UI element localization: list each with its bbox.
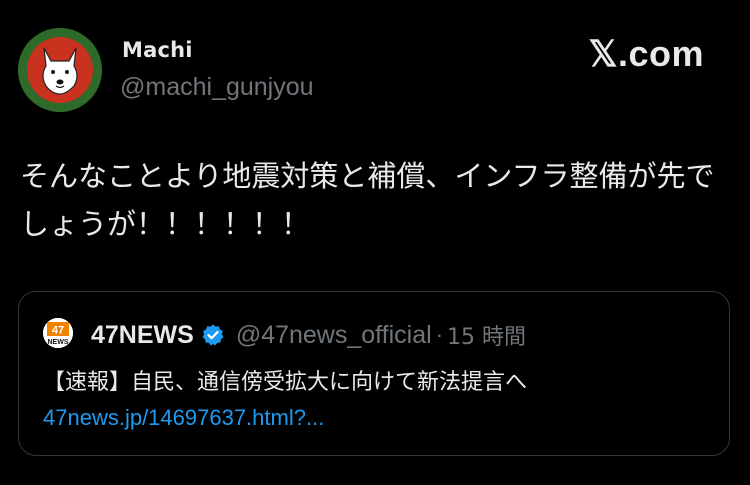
news-logo-label: NEWS bbox=[48, 339, 69, 346]
verified-badge-icon bbox=[201, 323, 225, 347]
quote-display-name[interactable]: 47NEWS bbox=[91, 321, 194, 350]
x-logo: 𝕏.com bbox=[588, 33, 704, 74]
quoted-tweet[interactable]: 47 NEWS 47NEWS @47news_official · 15 時間 … bbox=[18, 291, 730, 456]
tweet-text: そんなことより地震対策と補償、インフラ整備が先でしょうが！！！！！！ bbox=[20, 159, 715, 241]
news-logo-icon: 47 NEWS bbox=[43, 318, 73, 348]
tweet-card: Machi @machi_gunjyou 𝕏.com そんなことより地震対策と補… bbox=[0, 0, 750, 485]
quote-text: 【速報】自民、通信傍受拡大に向けて新法提言へ bbox=[43, 370, 528, 395]
news-logo-number: 47 bbox=[52, 325, 64, 337]
user-handle[interactable]: @machi_gunjyou bbox=[120, 73, 314, 102]
news-avatar[interactable]: 47 NEWS bbox=[43, 318, 73, 348]
quote-header: 47NEWS @47news_official · 15 時間 bbox=[91, 319, 526, 351]
quote-timestamp[interactable]: 15 時間 bbox=[447, 319, 526, 351]
white-dog-avatar-icon bbox=[18, 28, 102, 112]
separator-dot: · bbox=[435, 322, 444, 347]
quote-link[interactable]: 47news.jp/14697637.html?... bbox=[43, 400, 324, 435]
quote-handle[interactable]: @47news_official bbox=[236, 321, 432, 350]
avatar[interactable] bbox=[18, 28, 102, 112]
display-name[interactable]: Machi bbox=[122, 38, 193, 62]
